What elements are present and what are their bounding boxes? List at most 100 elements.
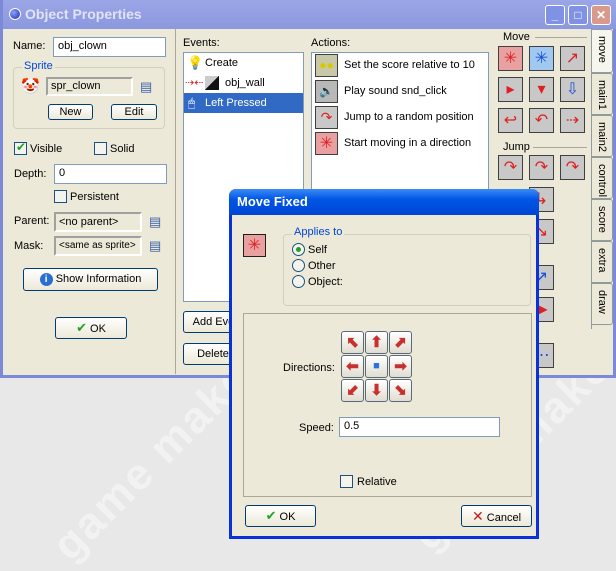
direction-up-right-button[interactable]: ⬈ bbox=[389, 331, 412, 354]
radio-self[interactable] bbox=[292, 243, 305, 256]
sprite-field: spr_clown bbox=[46, 77, 133, 96]
parent-label: Parent: bbox=[14, 215, 50, 227]
radio-object-label: Object: bbox=[308, 276, 343, 288]
event-item-create[interactable]: 💡 Create bbox=[184, 53, 303, 73]
jump-random-icon: ↷ bbox=[315, 106, 338, 129]
directions-label: Directions: bbox=[283, 362, 335, 374]
mask-field: <same as sprite> bbox=[54, 236, 142, 256]
dialog-title: Move Fixed bbox=[237, 194, 308, 209]
actions-label: Actions: bbox=[311, 37, 351, 49]
tab-main1[interactable]: main1 bbox=[592, 73, 613, 115]
action-item[interactable]: ↷ Jump to a random position bbox=[312, 105, 488, 131]
action-item[interactable]: ●● Set the score relative to 10 bbox=[312, 53, 488, 79]
dialog-cancel-button[interactable]: ✕ Cancel bbox=[461, 505, 532, 527]
direction-down-button[interactable]: ⬇ bbox=[365, 379, 388, 402]
tab-control[interactable]: control bbox=[592, 157, 613, 199]
clown-sprite-icon: 🤡 bbox=[21, 78, 40, 95]
name-input[interactable]: obj_clown bbox=[53, 37, 166, 57]
relative-label: Relative bbox=[357, 476, 397, 488]
direction-down-right-button[interactable]: ⬊ bbox=[389, 379, 412, 402]
dialog-ok-button[interactable]: ✔ OK bbox=[245, 505, 316, 527]
dialog-cancel-label: Cancel bbox=[486, 512, 522, 524]
action-item[interactable]: ✳ Start moving in a direction bbox=[312, 131, 488, 157]
minimize-button[interactable]: _ bbox=[545, 5, 565, 25]
ok-button[interactable]: ✔ OK bbox=[55, 317, 127, 339]
dialog-title-bar: Move Fixed bbox=[229, 189, 539, 215]
new-sprite-button[interactable]: New bbox=[48, 104, 93, 120]
name-label: Name: bbox=[13, 40, 46, 52]
show-information-button[interactable]: i Show Information bbox=[23, 268, 158, 291]
persistent-checkbox[interactable] bbox=[54, 190, 67, 203]
jump-start-icon[interactable]: ↷ bbox=[529, 155, 554, 180]
mask-menu-icon[interactable]: ▤ bbox=[149, 238, 161, 254]
move-group-label: Move bbox=[503, 31, 530, 43]
reverse-horizontal-icon[interactable]: ↩ bbox=[498, 108, 523, 133]
action-item[interactable]: 🔈 Play sound snd_click bbox=[312, 79, 488, 105]
direction-left-button[interactable]: ⬅ bbox=[341, 355, 364, 378]
edit-sprite-button[interactable]: Edit bbox=[111, 104, 157, 120]
solid-checkbox[interactable] bbox=[94, 142, 107, 155]
show-information-label: Show Information bbox=[55, 273, 142, 285]
move-towards-icon[interactable]: ↗ bbox=[560, 46, 585, 71]
checkmark-icon: ✔ bbox=[265, 508, 277, 523]
move-free-icon[interactable]: ✳ bbox=[529, 46, 554, 71]
jump-random-icon[interactable]: ↷ bbox=[560, 155, 585, 180]
jump-group-label: Jump bbox=[503, 141, 530, 153]
jump-position-icon[interactable]: ↷ bbox=[498, 155, 523, 180]
depth-label: Depth: bbox=[14, 168, 47, 180]
tab-draw[interactable]: draw bbox=[592, 283, 613, 325]
divider bbox=[535, 37, 587, 38]
sprite-group-label: Sprite bbox=[22, 60, 55, 72]
wall-sprite-icon bbox=[205, 76, 219, 90]
depth-input[interactable]: 0 bbox=[54, 164, 167, 184]
applies-to-label: Applies to bbox=[292, 226, 345, 238]
friction-icon[interactable]: ⇢ bbox=[560, 108, 585, 133]
divider bbox=[533, 147, 587, 148]
close-button[interactable]: ✕ bbox=[591, 5, 611, 25]
reverse-vertical-icon[interactable]: ↶ bbox=[529, 108, 554, 133]
title-bar: Object Properties _ □ ✕ bbox=[3, 0, 616, 29]
speed-vertical-icon[interactable]: ▾ bbox=[529, 77, 554, 102]
event-item-left-pressed[interactable]: 🖱 Left Pressed bbox=[184, 93, 303, 113]
dialog-ok-label: OK bbox=[279, 511, 296, 523]
move-fixed-dialog: Move Fixed ✳ Applies to Self Other Objec… bbox=[229, 189, 539, 539]
tab-score[interactable]: score bbox=[592, 199, 613, 241]
gravity-icon[interactable]: ⇩ bbox=[560, 77, 585, 102]
radio-other[interactable] bbox=[292, 259, 305, 272]
direction-up-button[interactable]: ⬆ bbox=[365, 331, 388, 354]
speaker-icon: 🔈 bbox=[315, 80, 338, 103]
tab-extra[interactable]: extra bbox=[592, 241, 613, 283]
parent-field: <no parent> bbox=[54, 212, 142, 232]
sprite-menu-icon[interactable]: ▤ bbox=[140, 79, 152, 95]
move-fixed-icon[interactable]: ✳ bbox=[498, 46, 523, 71]
visible-label: Visible bbox=[30, 143, 63, 155]
direction-right-button[interactable]: ➡ bbox=[389, 355, 412, 378]
direction-down-left-button[interactable]: ⬋ bbox=[341, 379, 364, 402]
score-icon: ●● bbox=[315, 54, 338, 77]
direction-up-left-button[interactable]: ⬉ bbox=[341, 331, 364, 354]
move-fixed-icon: ✳ bbox=[243, 234, 266, 257]
lightbulb-icon: 💡 bbox=[187, 55, 204, 70]
radio-other-label: Other bbox=[308, 260, 336, 272]
app-icon bbox=[9, 8, 21, 20]
speed-horizontal-icon[interactable]: ▸ bbox=[498, 77, 523, 102]
radio-object[interactable] bbox=[292, 275, 305, 288]
divider bbox=[175, 29, 176, 374]
move-fixed-icon: ✳ bbox=[315, 132, 338, 155]
persistent-label: Persistent bbox=[70, 191, 119, 203]
solid-label: Solid bbox=[110, 143, 135, 155]
ok-label: OK bbox=[90, 323, 106, 335]
info-icon: i bbox=[39, 272, 53, 286]
radio-self-label: Self bbox=[308, 244, 327, 256]
parent-menu-icon[interactable]: ▤ bbox=[149, 214, 161, 230]
relative-checkbox[interactable] bbox=[340, 475, 353, 488]
event-item-collision[interactable]: ⇢⇠ obj_wall bbox=[184, 73, 303, 93]
window-title: Object Properties bbox=[25, 6, 142, 22]
maximize-button[interactable]: □ bbox=[568, 5, 588, 25]
direction-stop-button[interactable]: ■ bbox=[365, 355, 388, 378]
speed-input[interactable]: 0.5 bbox=[339, 417, 500, 437]
visible-checkbox[interactable] bbox=[14, 140, 27, 155]
tab-move[interactable]: move bbox=[592, 29, 613, 73]
collision-icon: ⇢⇠ bbox=[185, 77, 204, 89]
tab-main2[interactable]: main2 bbox=[592, 115, 613, 157]
